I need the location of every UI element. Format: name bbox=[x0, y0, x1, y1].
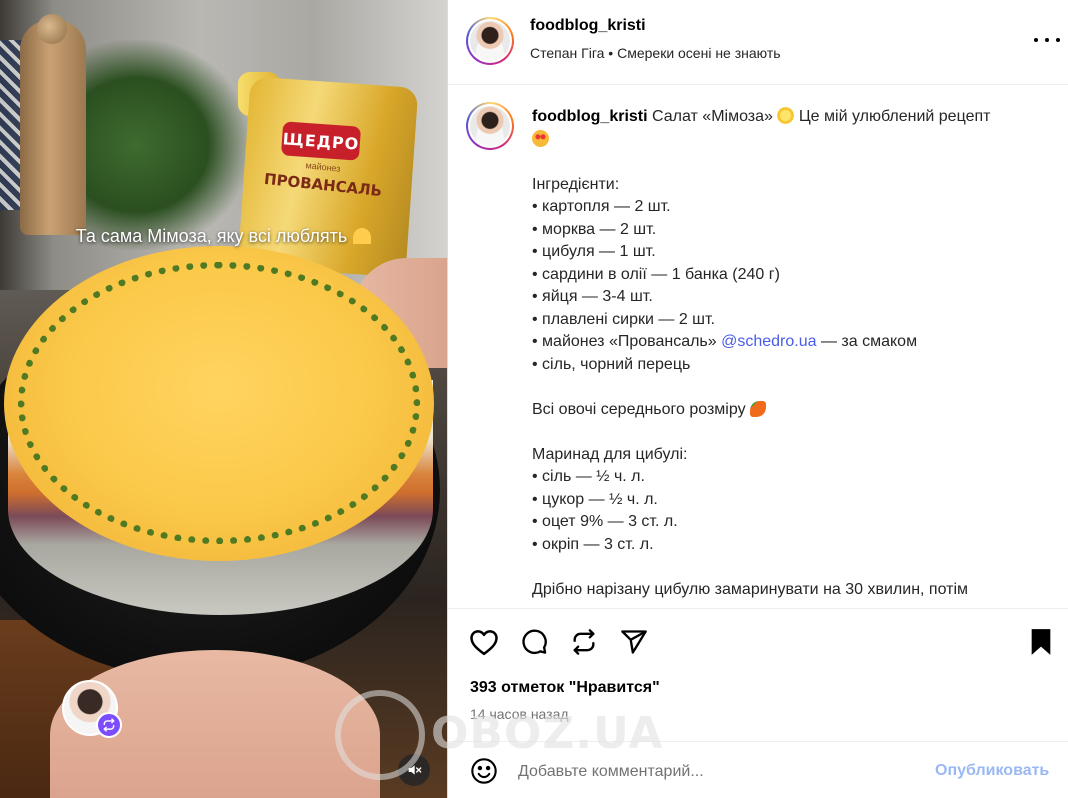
carrot-icon bbox=[750, 400, 767, 417]
comment-bar: Опубликовать bbox=[448, 741, 1068, 798]
caption-line: • оцет 9% — 3 ст. л. bbox=[532, 513, 678, 530]
caption-line: • цукор — ½ ч. л. bbox=[532, 490, 658, 508]
remix-icon[interactable] bbox=[96, 712, 122, 738]
yellow-heart-icon bbox=[353, 228, 372, 244]
publish-button[interactable]: Опубликовать bbox=[935, 762, 1049, 780]
more-icon[interactable] bbox=[1034, 30, 1060, 50]
caption-title: Салат «Мімоза» bbox=[652, 108, 773, 125]
caption-line: • плавлені сирки — 2 шт. bbox=[532, 310, 715, 328]
media-pepper-grinder-cap bbox=[37, 14, 67, 44]
caption-line: • сіль — ½ ч. л. bbox=[532, 468, 645, 485]
heart-icon[interactable] bbox=[468, 626, 500, 658]
caption-line: • морква — 2 шт. bbox=[532, 220, 657, 238]
dizzy-star-icon bbox=[777, 107, 795, 124]
caption-line: Маринад для цибулі: bbox=[532, 445, 688, 463]
repost-icon[interactable] bbox=[568, 626, 600, 658]
header-audio[interactable]: Степан Гіга • Смереки осені не знають bbox=[530, 45, 781, 61]
emoji-icon[interactable] bbox=[468, 755, 500, 787]
header-avatar[interactable] bbox=[466, 17, 514, 65]
caption-avatar[interactable] bbox=[466, 102, 514, 150]
comment-input[interactable] bbox=[518, 760, 908, 784]
caption-line: Інгредієнти: bbox=[532, 175, 620, 193]
caption-title-rest: Це мій улюблений рецепт bbox=[798, 108, 991, 125]
post-header: foodblog_kristi Степан Гіга • Смереки ос… bbox=[448, 0, 1068, 85]
post-panel: foodblog_kristi Степан Гіга • Смереки ос… bbox=[447, 0, 1068, 798]
media-mayo-logo: ЩЕДРО bbox=[280, 121, 362, 161]
mute-button[interactable] bbox=[398, 754, 430, 786]
caption-line: • сардини в олії — 1 банка (240 г) bbox=[532, 265, 780, 283]
caption-line: • сіль, чорний перець bbox=[532, 355, 691, 373]
caption-line: Дрібно нарізану цибулю замаринувати на 3… bbox=[532, 580, 969, 598]
header-username[interactable]: foodblog_kristi bbox=[530, 17, 646, 35]
caption-first-line: foodblog_kristi Салат «Мімоза» Це мій ул… bbox=[532, 106, 1042, 151]
caption-username[interactable]: foodblog_kristi bbox=[532, 108, 648, 125]
mute-icon bbox=[408, 765, 422, 775]
caption-line-veg: Всі овочі середнього розміру bbox=[532, 399, 1042, 422]
avatar bbox=[470, 106, 510, 146]
media-dill-wreath bbox=[18, 262, 420, 544]
caption-line: • яйця — 3-4 шт. bbox=[532, 288, 653, 305]
caption-scroll-area[interactable]: foodblog_kristi Салат «Мімоза» Це мій ул… bbox=[448, 86, 1068, 608]
media-overlay-caption: Та сама Мімоза, яку всі люблять bbox=[0, 226, 447, 247]
media-pepper-grinder bbox=[20, 20, 86, 235]
smiling-face-hearts-icon bbox=[532, 129, 549, 147]
post-media[interactable]: ЩЕДРО майонез ПРОВАНСАЛЬ Та сама Мімоза,… bbox=[0, 0, 447, 798]
bookmark-icon[interactable] bbox=[1025, 626, 1057, 658]
avatar bbox=[470, 21, 510, 61]
caption-line-mayo: • майонез «Провансаль» @schedro.ua — за … bbox=[532, 333, 918, 350]
share-icon[interactable] bbox=[618, 626, 650, 658]
mention-link[interactable]: @schedro.ua bbox=[721, 333, 816, 350]
caption-line: • картопля — 2 шт. bbox=[532, 198, 671, 215]
post-actions: 393 отметок "Нравится" 14 часов назад Оп… bbox=[448, 608, 1068, 798]
media-plant bbox=[60, 40, 250, 250]
post-time[interactable]: 14 часов назад bbox=[470, 706, 569, 722]
caption-line: • цибуля — 1 шт. bbox=[532, 243, 656, 260]
media-overlay-text: Та сама Мімоза, яку всі люблять bbox=[75, 226, 348, 246]
caption-text: foodblog_kristi Салат «Мімоза» Це мій ул… bbox=[532, 106, 1042, 601]
likes-count[interactable]: 393 отметок "Нравится" bbox=[470, 679, 660, 697]
comment-icon[interactable] bbox=[518, 626, 550, 658]
caption-line: • окріп — 3 ст. л. bbox=[532, 535, 654, 553]
